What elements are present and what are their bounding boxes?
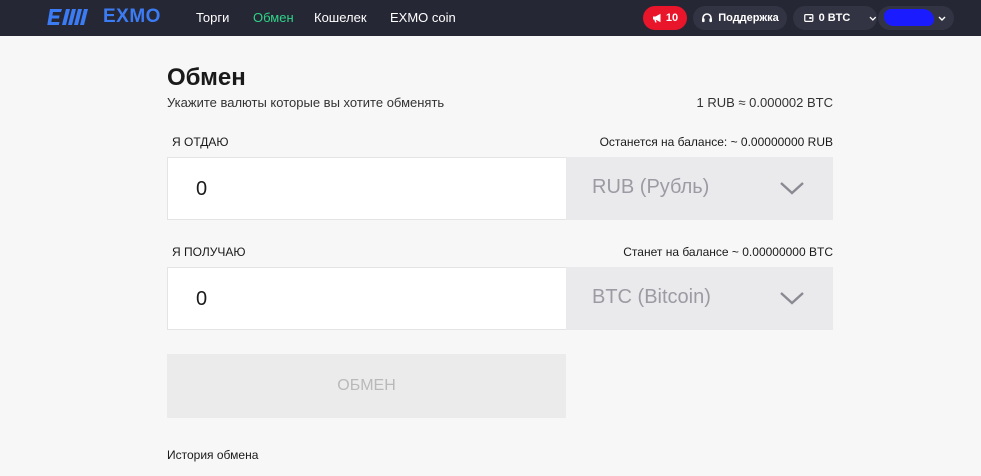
chevron-down-icon xyxy=(780,292,804,305)
nav-exchange[interactable]: Обмен xyxy=(253,10,294,25)
receive-balance-info: Станет на балансе ~ 0.00000000 BTC xyxy=(623,245,833,259)
headset-icon xyxy=(702,13,713,23)
nav-wallet[interactable]: Кошелек xyxy=(314,10,367,25)
give-amount-input[interactable] xyxy=(196,174,536,204)
exchange-history-link[interactable]: История обмена xyxy=(167,448,258,462)
exchange-submit-button[interactable]: ОБМЕН xyxy=(167,354,566,418)
redacted-username xyxy=(884,9,934,26)
chevron-down-icon xyxy=(869,16,877,21)
receive-amount-input[interactable] xyxy=(196,284,536,314)
notifications-button[interactable]: 10 xyxy=(643,6,687,30)
exmo-logo-icon xyxy=(47,9,88,25)
give-currency-label: RUB (Рубль) xyxy=(592,176,710,198)
give-amount-box xyxy=(167,157,566,220)
page-title: Обмен xyxy=(167,64,246,91)
notifications-count: 10 xyxy=(665,12,679,24)
give-label: Я ОТДАЮ xyxy=(172,135,229,149)
nav-trading[interactable]: Торги xyxy=(196,10,229,25)
receive-currency-select[interactable]: BTC (Bitcoin) xyxy=(566,267,833,330)
wallet-balance: 0 BTC xyxy=(818,12,851,24)
page-subtitle: Укажите валюты которые вы хотите обменят… xyxy=(167,95,445,110)
wallet-balance-button[interactable]: 0 BTC xyxy=(793,6,877,30)
logo-text: EXMO xyxy=(103,6,161,27)
exchange-rate: 1 RUB ≈ 0.000002 BTC xyxy=(696,95,833,110)
receive-amount-box xyxy=(167,267,566,330)
chevron-down-icon xyxy=(780,182,804,195)
support-label: Поддержка xyxy=(718,12,779,24)
give-balance-info: Останется на балансе: ~ 0.00000000 RUB xyxy=(599,135,833,149)
nav-exmo-coin[interactable]: EXMO coin xyxy=(390,10,456,25)
receive-label: Я ПОЛУЧАЮ xyxy=(172,245,246,259)
chevron-down-icon xyxy=(938,16,946,21)
give-currency-select[interactable]: RUB (Рубль) xyxy=(566,157,833,220)
user-menu-button[interactable] xyxy=(878,6,954,30)
wallet-icon xyxy=(804,14,814,22)
exmo-logo[interactable]: EXMO xyxy=(46,5,161,29)
megaphone-icon xyxy=(652,13,661,23)
top-navigation-bar: EXMO Торги Обмен Кошелек EXMO coin 10 По… xyxy=(0,0,981,36)
receive-currency-label: BTC (Bitcoin) xyxy=(592,286,711,308)
support-button[interactable]: Поддержка xyxy=(693,6,787,30)
